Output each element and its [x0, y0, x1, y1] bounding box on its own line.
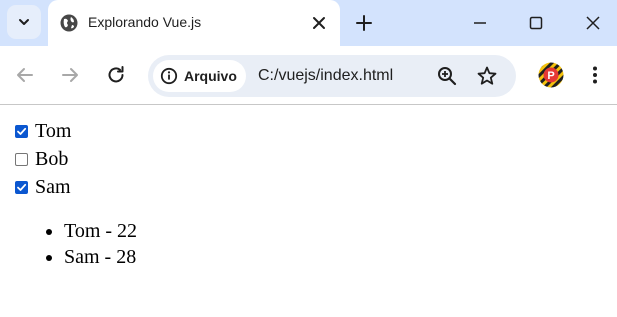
browser-toolbar: Arquivo C:/vuejs/index.html P	[0, 46, 617, 104]
arrow-right-icon[interactable]	[58, 63, 82, 87]
tab-active[interactable]: Explorando Vue.js	[48, 0, 340, 46]
check-icon	[17, 183, 27, 191]
checkbox-sam[interactable]	[15, 180, 28, 194]
close-icon[interactable]	[581, 11, 605, 35]
profile-initial: P	[547, 70, 554, 82]
checkbox-row-tom[interactable]: Tom	[15, 117, 71, 145]
list-item: Tom - 22	[64, 218, 137, 244]
tab-search-button[interactable]	[7, 5, 41, 39]
globe-icon	[60, 14, 78, 32]
plus-icon[interactable]	[353, 12, 375, 34]
tab-strip: Explorando Vue.js	[0, 0, 617, 46]
checkbox-label[interactable]: Tom	[35, 120, 71, 143]
reload-icon[interactable]	[104, 63, 128, 87]
checkbox-label[interactable]: Sam	[35, 176, 71, 199]
url-text[interactable]: C:/vuejs/index.html	[258, 67, 393, 85]
checkbox-row-sam[interactable]: Sam	[15, 173, 71, 201]
info-icon	[160, 67, 178, 85]
maximize-icon[interactable]	[524, 11, 548, 35]
arrow-left-icon[interactable]	[13, 63, 37, 87]
address-bar[interactable]: Arquivo C:/vuejs/index.html	[148, 55, 516, 97]
site-info-label: Arquivo	[184, 68, 237, 84]
checkbox-bob[interactable]	[15, 152, 28, 166]
page-content: Tom Bob Sam Tom - 22 Sam - 28	[0, 105, 617, 317]
more-vert-icon[interactable]	[583, 63, 607, 87]
zoom-in-icon[interactable]	[436, 65, 458, 87]
checkbox-row-bob[interactable]: Bob	[15, 145, 68, 173]
minimize-icon[interactable]	[468, 11, 492, 35]
profile-avatar-icon[interactable]: P	[538, 62, 564, 88]
list-item: Sam - 28	[64, 244, 137, 270]
star-icon[interactable]	[476, 65, 498, 87]
checkbox-label[interactable]: Bob	[35, 148, 68, 171]
site-info-chip[interactable]: Arquivo	[153, 60, 246, 92]
chevron-down-icon	[19, 19, 29, 25]
close-icon[interactable]	[309, 13, 329, 33]
selected-list: Tom - 22 Sam - 28	[0, 218, 137, 270]
tab-title: Explorando Vue.js	[88, 14, 202, 30]
check-icon	[17, 127, 27, 135]
checkbox-tom[interactable]	[15, 124, 28, 138]
